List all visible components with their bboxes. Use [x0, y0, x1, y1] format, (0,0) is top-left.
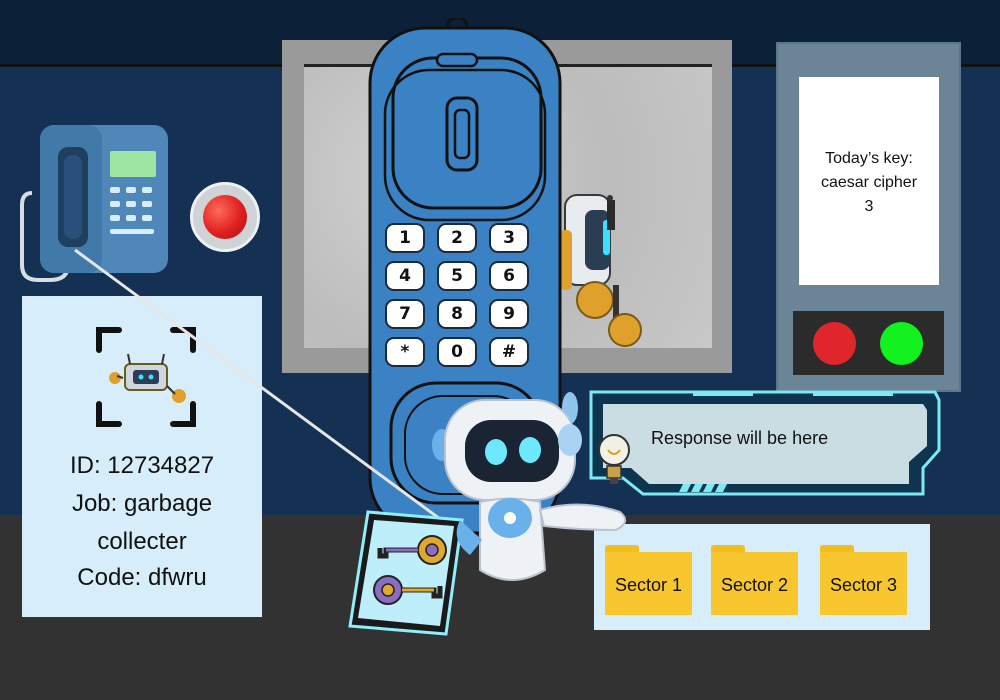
key-0[interactable]: 0: [437, 337, 477, 367]
access-code: Code: dfwru: [77, 564, 207, 591]
key-note-line-1: Today’s key:: [825, 150, 913, 167]
window-robot-icon: [560, 194, 642, 347]
sector-3-folder[interactable]: Sector 3: [820, 545, 907, 615]
key-note-line-2: caesar cipher: [820, 174, 918, 191]
key-8[interactable]: 8: [437, 299, 477, 329]
green-light-button[interactable]: [880, 322, 923, 365]
key-4[interactable]: 4: [385, 261, 425, 291]
key-7[interactable]: 7: [385, 299, 425, 329]
key-9[interactable]: 9: [489, 299, 529, 329]
key-star[interactable]: *: [385, 337, 425, 367]
key-3[interactable]: 3: [489, 223, 529, 253]
job-line-2: collecter: [97, 528, 187, 555]
robot-icon: [109, 353, 186, 403]
id-number: ID: 12734827: [69, 452, 215, 479]
response-text: Response will be here: [651, 428, 829, 448]
key-5[interactable]: 5: [437, 261, 477, 291]
robot-icon: [432, 392, 627, 581]
job-line-1: Job: garbage: [71, 490, 213, 517]
telephone-icon[interactable]: [20, 125, 170, 285]
sector-2-label: Sector 2: [720, 575, 789, 595]
key-1[interactable]: 1: [385, 223, 425, 253]
scan-frame-icon: [96, 327, 196, 427]
key-note: Today’s key: caesar cipher 3: [799, 77, 939, 285]
key-note-line-3: 3: [864, 198, 874, 215]
sector-3-label: Sector 3: [829, 575, 898, 595]
key-hash[interactable]: #: [489, 337, 529, 367]
sector-2-folder[interactable]: Sector 2: [711, 545, 798, 615]
key-2[interactable]: 2: [437, 223, 477, 253]
alarm-button[interactable]: [190, 182, 260, 252]
red-light-button[interactable]: [813, 322, 856, 365]
key-6[interactable]: 6: [489, 261, 529, 291]
